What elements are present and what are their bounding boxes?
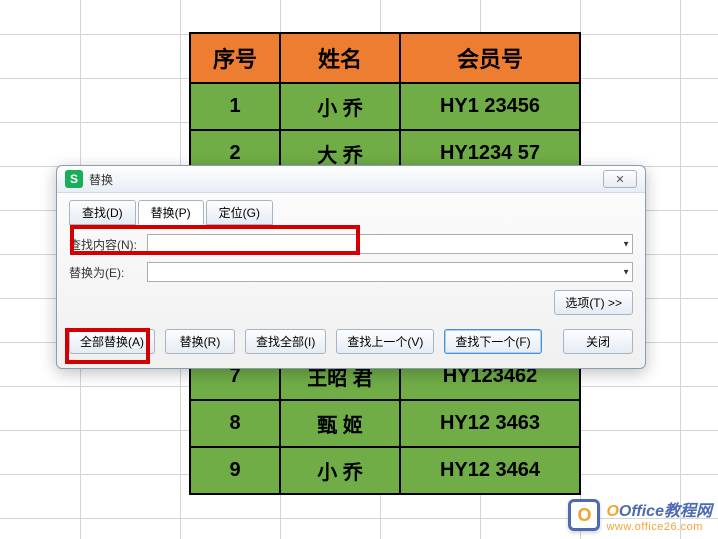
watermark-line1b: 教程网: [664, 503, 712, 520]
cell-member[interactable]: HY12 3463: [400, 400, 580, 447]
tab-find[interactable]: 查找(D): [69, 200, 136, 225]
replace-all-button[interactable]: 全部替换(A): [69, 329, 155, 354]
watermark-url: www.office26.com: [606, 521, 712, 533]
cell-name[interactable]: 小 乔: [280, 83, 400, 130]
find-replace-dialog: S 替换 ✕ 查找(D) 替换(P) 定位(G) 查找内容(N): ▼ 替换为(…: [56, 165, 646, 369]
find-prev-button[interactable]: 查找上一个(V): [336, 329, 434, 354]
watermark-line1a: Office: [619, 503, 664, 520]
dialog-titlebar[interactable]: S 替换 ✕: [57, 166, 645, 193]
table-row[interactable]: 1 小 乔 HY1 23456: [190, 83, 580, 130]
close-button[interactable]: 关闭: [563, 329, 633, 354]
dialog-tabs: 查找(D) 替换(P) 定位(G): [69, 199, 633, 224]
tab-goto[interactable]: 定位(G): [206, 200, 273, 225]
find-what-input[interactable]: [147, 234, 633, 254]
find-what-label: 查找内容(N):: [69, 236, 147, 253]
chevron-down-icon[interactable]: ▼: [622, 268, 630, 277]
find-all-button[interactable]: 查找全部(I): [245, 329, 326, 354]
watermark-badge-icon: O: [568, 499, 600, 531]
cell-member[interactable]: HY12 3464: [400, 447, 580, 494]
header-member: 会员号: [400, 33, 580, 83]
app-icon: S: [65, 170, 83, 188]
table-row[interactable]: 8 甄 姬 HY12 3463: [190, 400, 580, 447]
cell-name[interactable]: 甄 姬: [280, 400, 400, 447]
watermark-o: O: [606, 503, 618, 520]
header-seq: 序号: [190, 33, 280, 83]
cell-member[interactable]: HY1 23456: [400, 83, 580, 130]
replace-with-input[interactable]: [147, 262, 633, 282]
cell-seq[interactable]: 1: [190, 83, 280, 130]
cell-seq[interactable]: 9: [190, 447, 280, 494]
dialog-title: 替换: [89, 171, 113, 188]
watermark: O OOffice教程网 www.office26.com: [568, 497, 712, 533]
find-next-button[interactable]: 查找下一个(F): [444, 329, 541, 354]
replace-button[interactable]: 替换(R): [165, 329, 235, 354]
close-icon[interactable]: ✕: [603, 170, 637, 188]
chevron-down-icon[interactable]: ▼: [622, 240, 630, 249]
cell-seq[interactable]: 8: [190, 400, 280, 447]
options-button[interactable]: 选项(T) >>: [554, 290, 633, 315]
tab-replace[interactable]: 替换(P): [138, 200, 204, 225]
table-row[interactable]: 9 小 乔 HY12 3464: [190, 447, 580, 494]
cell-name[interactable]: 小 乔: [280, 447, 400, 494]
replace-with-label: 替换为(E):: [69, 264, 147, 281]
header-name: 姓名: [280, 33, 400, 83]
